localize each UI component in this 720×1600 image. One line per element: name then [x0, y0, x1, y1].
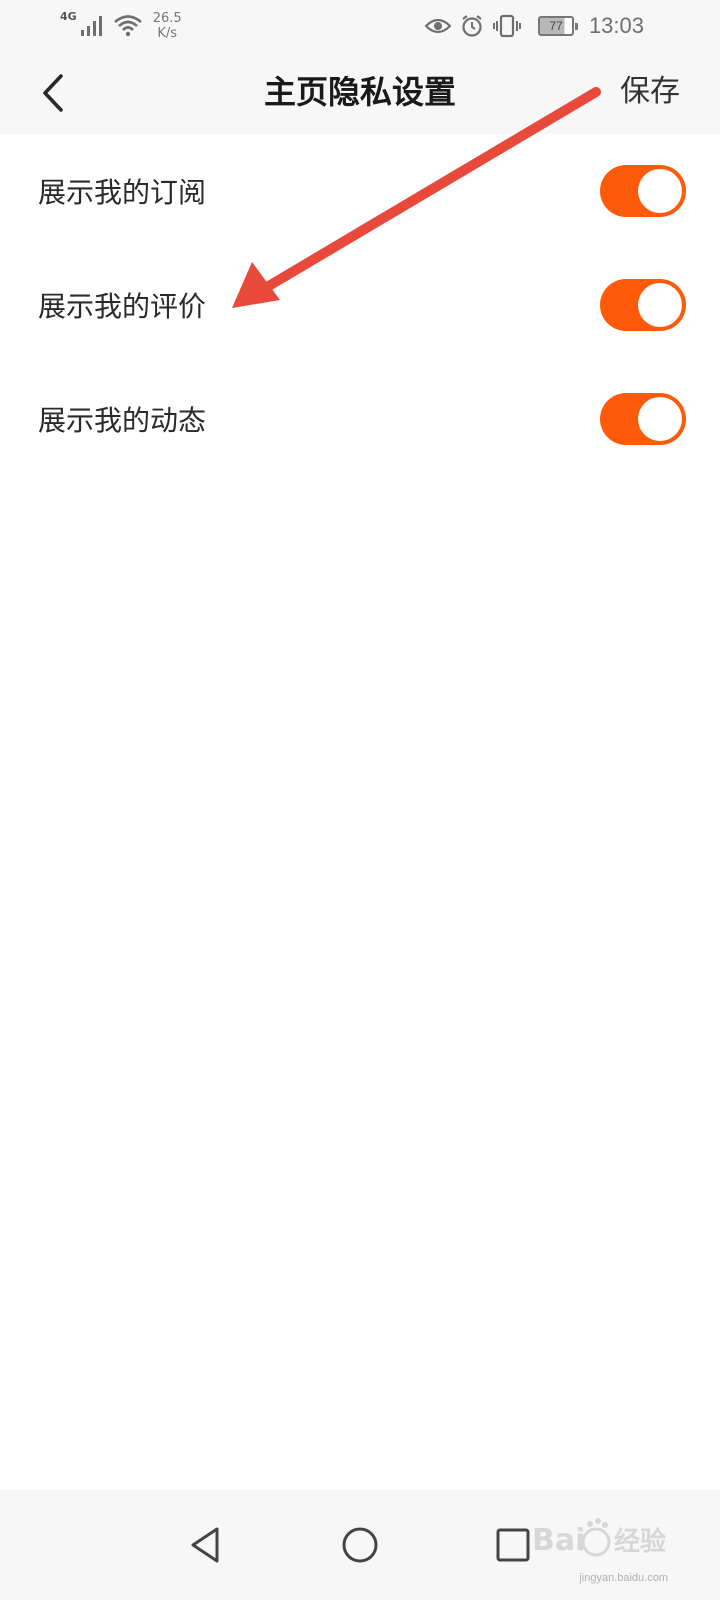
speed-unit: K/s	[157, 26, 177, 41]
network-type: 4G	[60, 9, 77, 23]
watermark-url: jingyan.baidu.com	[579, 1572, 668, 1584]
chevron-left-icon	[43, 74, 63, 112]
alarm-icon	[462, 15, 482, 37]
eye-icon	[425, 18, 451, 34]
setting-row-reviews: 展示我的评价	[0, 248, 720, 362]
setting-label: 展示我的订阅	[38, 176, 207, 209]
toggle-knob	[638, 397, 682, 441]
back-button[interactable]	[30, 70, 76, 116]
setting-row-activity: 展示我的动态	[0, 362, 720, 476]
status-time: 13:03	[588, 13, 644, 38]
header: 主页隐私设置 保存	[0, 52, 720, 134]
toggle-knob	[638, 169, 682, 213]
battery-icon: 77	[538, 16, 578, 36]
subscriptions-toggle[interactable]	[600, 165, 686, 217]
network-speed: 26.5 K/s	[153, 11, 182, 41]
status-left: 4G 26.5 K/s	[60, 6, 182, 46]
nav-recent-icon	[496, 1528, 530, 1562]
save-button[interactable]: 保存	[620, 52, 680, 134]
nav-home-icon	[342, 1527, 378, 1563]
battery-level: 77	[549, 19, 563, 33]
page-title: 主页隐私设置	[263, 73, 456, 111]
status-right: 77	[425, 8, 578, 44]
svg-text:Bai: Bai	[532, 1523, 585, 1558]
nav-back-icon	[191, 1527, 219, 1563]
activity-toggle[interactable]	[600, 393, 686, 445]
setting-label: 展示我的评价	[38, 290, 207, 323]
setting-row-subscriptions: 展示我的订阅	[0, 134, 720, 248]
page: 4G 26.5 K/s 77 13:03 主页隐私设置 保存 展示我的订阅 展示…	[0, 0, 720, 1600]
baidu-jingyan-watermark: Bai 经验	[532, 1518, 666, 1558]
reviews-toggle[interactable]	[600, 279, 686, 331]
speed-value: 26.5	[152, 11, 182, 26]
svg-text:经验: 经验	[614, 1526, 666, 1557]
settings-list: 展示我的订阅 展示我的评价 展示我的动态	[0, 134, 720, 476]
setting-label: 展示我的动态	[38, 404, 207, 437]
signal-bars-icon	[80, 16, 102, 36]
wifi-icon	[113, 15, 142, 37]
status-bar: 4G 26.5 K/s 77 13:03	[0, 0, 720, 52]
vibrate-icon	[493, 14, 521, 38]
nav-home-button[interactable]	[325, 1510, 395, 1580]
toggle-knob	[638, 283, 682, 327]
nav-back-button[interactable]	[170, 1510, 240, 1580]
